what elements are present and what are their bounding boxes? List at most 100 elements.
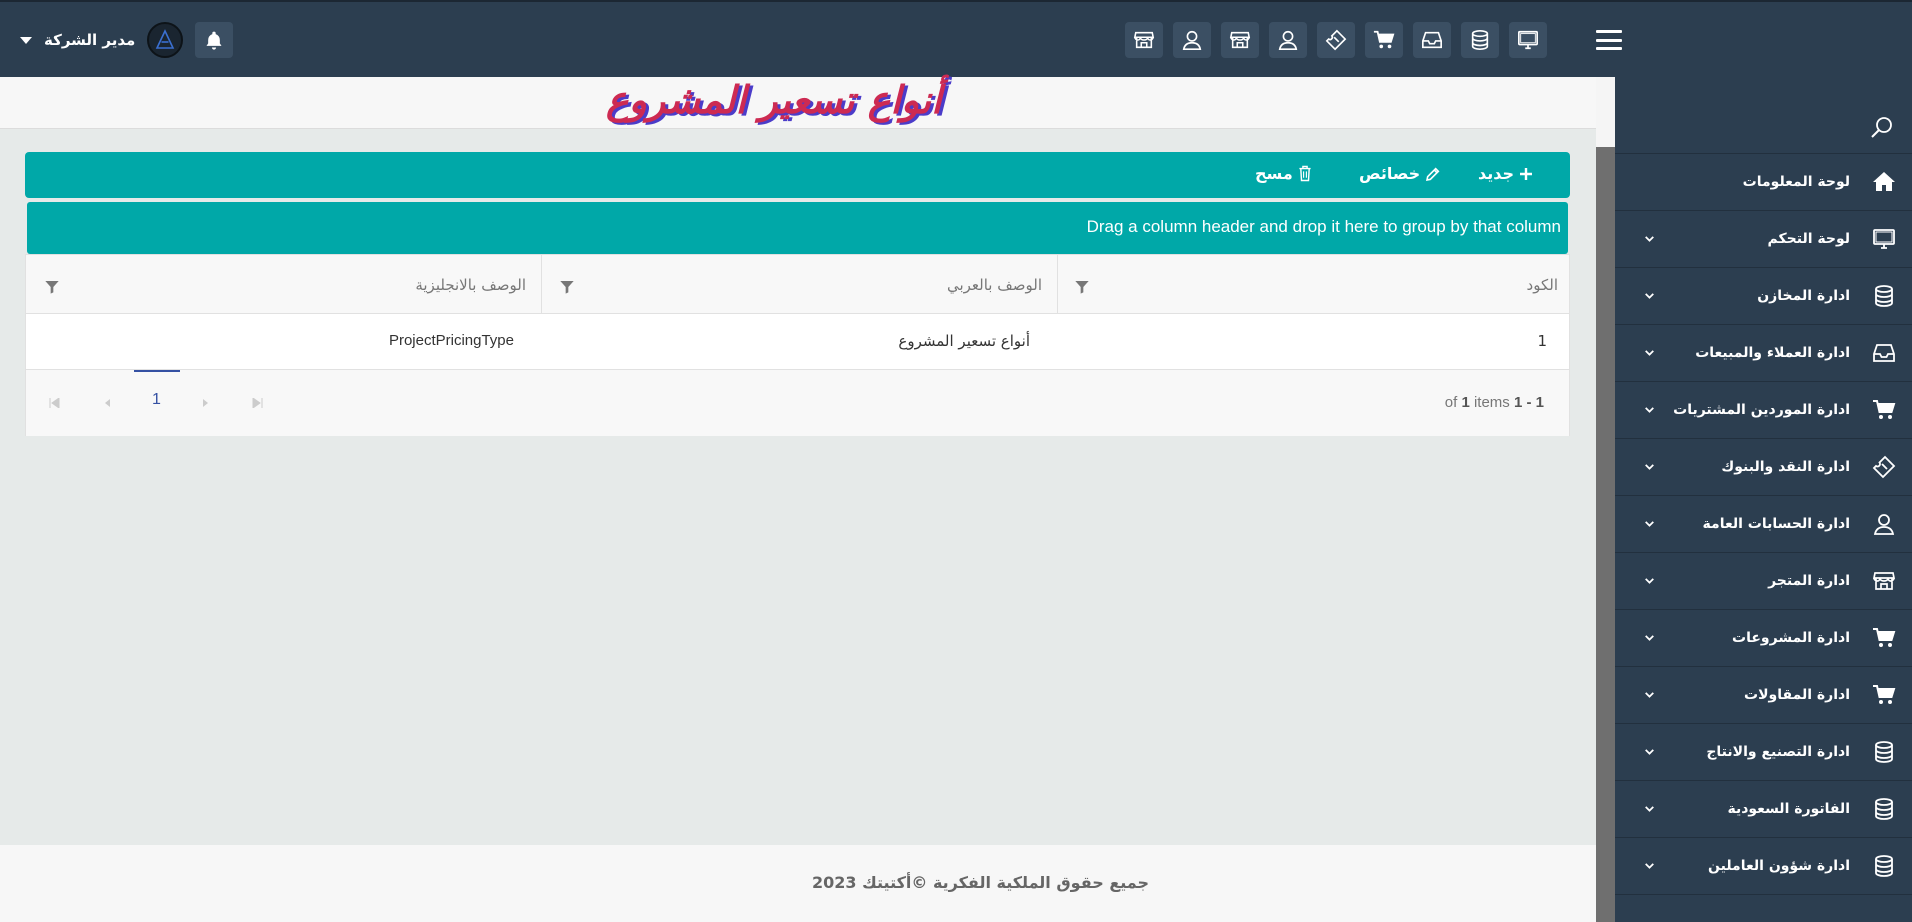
cell-desc-en: ProjectPricingType — [388, 332, 514, 349]
pager-range: 1 - 1 — [1513, 394, 1544, 411]
user-name[interactable]: مدير الشركة — [44, 31, 135, 49]
user-icon[interactable] — [1173, 22, 1211, 58]
sidebar-item[interactable]: ادارة المشروعات — [1615, 610, 1912, 667]
chevron-down-icon — [1643, 461, 1656, 474]
sidebar-item[interactable]: الفاتورة السعودية — [1615, 781, 1912, 838]
sidebar-item[interactable]: ادارة الموردين المشتريات — [1615, 382, 1912, 439]
sidebar-item-label: ادارة المخازن — [1757, 288, 1850, 304]
column-header-desc-en[interactable]: الوصف بالانجليزية — [415, 276, 526, 294]
chevron-down-icon — [1643, 347, 1656, 360]
sidebar-search[interactable] — [1615, 77, 1912, 154]
edit-button[interactable]: خصائص — [1359, 164, 1441, 183]
inbox-icon[interactable] — [1413, 22, 1451, 58]
first-page-icon[interactable] — [48, 398, 60, 408]
cart-icon[interactable] — [1365, 22, 1403, 58]
sidebar-item[interactable]: ادارة المتجر — [1615, 553, 1912, 610]
last-page-icon[interactable] — [252, 398, 264, 408]
user-area: مدير الشركة — [20, 22, 234, 58]
grid-toolbar: جديد خصائص مسح — [25, 152, 1570, 198]
column-header-code[interactable]: الكود — [1527, 276, 1558, 294]
chevron-down-icon — [1643, 803, 1656, 816]
database-icon — [1872, 854, 1896, 878]
sidebar-item-label: لوحة التحكم — [1767, 231, 1850, 247]
filter-icon[interactable] — [559, 279, 575, 295]
new-button[interactable]: جديد — [1478, 164, 1533, 183]
page-title-bar: أنواع تسعير المشروع — [0, 77, 1596, 129]
sidebar-item[interactable]: لوحة المعلومات — [1615, 154, 1912, 211]
sidebar-item-label: الفاتورة السعودية — [1727, 801, 1850, 817]
table-row[interactable]: 1 أنواع تسعير المشروع ProjectPricingType — [26, 314, 1569, 370]
pager-total: 1 — [1461, 394, 1470, 411]
sidebar-item-label: لوحة المعلومات — [1742, 174, 1850, 190]
filter-icon[interactable] — [1074, 279, 1090, 295]
sidebar-item[interactable]: لوحة التحكم — [1615, 211, 1912, 268]
user-icon — [1872, 512, 1896, 536]
inbox-icon — [1872, 341, 1896, 365]
database-icon — [1872, 284, 1896, 308]
home-icon — [1872, 170, 1896, 194]
pager-items-text: items — [1473, 394, 1510, 411]
footer: جميع حقوق الملكية الفكرية ©أكتيتك 2023 — [0, 845, 1596, 922]
sidebar-item[interactable]: ادارة الحسابات العامة — [1615, 496, 1912, 553]
chevron-down-icon — [1643, 860, 1656, 873]
plus-icon — [1520, 167, 1533, 180]
database-icon — [1872, 740, 1896, 764]
group-drop-zone[interactable]: Drag a column header and drop it here to… — [27, 202, 1568, 254]
cart-icon — [1872, 626, 1896, 650]
avatar[interactable] — [147, 22, 184, 58]
top-navbar: مدير الشركة — [0, 0, 1912, 77]
ticket-icon[interactable] — [1317, 22, 1355, 58]
store-icon[interactable] — [1125, 22, 1163, 58]
delete-button[interactable]: مسح — [1255, 164, 1312, 183]
database-icon[interactable] — [1461, 22, 1499, 58]
menu-toggle-icon[interactable] — [1596, 30, 1622, 50]
trash-icon — [1299, 165, 1311, 182]
sidebar-item[interactable]: ادارة النقد والبنوك — [1615, 439, 1912, 496]
page-title: أنواع تسعير المشروع — [606, 77, 942, 122]
delete-button-label: مسح — [1255, 164, 1293, 183]
current-page-indicator — [134, 370, 180, 372]
sidebar-item[interactable]: ادارة المخازن — [1615, 268, 1912, 325]
chevron-down-icon — [1643, 290, 1656, 303]
cell-code: 1 — [1537, 332, 1547, 350]
chevron-down-icon — [1643, 632, 1656, 645]
monitor-icon[interactable] — [1509, 22, 1547, 58]
grid-header: الكود الوصف بالعربي الوصف بالانجليزية — [26, 255, 1569, 314]
page-number[interactable]: 1 — [152, 391, 161, 409]
cart-icon — [1872, 683, 1896, 707]
sidebar-item[interactable]: ادارة العملاء والمبيعات — [1615, 325, 1912, 382]
column-header-desc-ar[interactable]: الوصف بالعربي — [947, 276, 1042, 294]
sidebar-item-label: ادارة الموردين المشتريات — [1673, 402, 1850, 418]
sidebar-item-label: ادارة المقاولات — [1744, 687, 1850, 703]
chevron-down-icon — [1643, 746, 1656, 759]
store-icon — [1872, 569, 1896, 593]
prev-page-icon[interactable] — [103, 398, 111, 408]
chevron-down-icon — [1643, 575, 1656, 588]
user-menu-caret-icon[interactable] — [20, 36, 32, 44]
ticket-icon — [1872, 455, 1896, 479]
database-icon — [1872, 797, 1896, 821]
chevron-down-icon — [1643, 404, 1656, 417]
bell-icon — [206, 31, 222, 50]
sidebar-item-label: ادارة العملاء والمبيعات — [1695, 345, 1850, 361]
search-icon[interactable] — [1870, 115, 1894, 139]
next-page-icon[interactable] — [202, 398, 210, 408]
sidebar-item-label: ادارة النقد والبنوك — [1721, 459, 1850, 475]
copyright-text: جميع حقوق الملكية الفكرية ©أكتيتك 2023 — [812, 873, 1150, 892]
notifications-button[interactable] — [195, 22, 234, 58]
filter-icon[interactable] — [44, 279, 60, 295]
sidebar: لوحة المعلومات لوحة التحكم ادارة المخازن اد… — [1615, 77, 1912, 922]
group-hint-text: Drag a column header and drop it here to… — [1086, 217, 1561, 236]
scrollbar[interactable] — [1596, 77, 1615, 922]
sidebar-item-label: ادارة الحسابات العامة — [1702, 516, 1850, 532]
chevron-down-icon — [1643, 689, 1656, 702]
sidebar-item[interactable]: ادارة شؤون العاملين — [1615, 838, 1912, 895]
user-icon[interactable] — [1269, 22, 1307, 58]
sidebar-item[interactable]: ادارة التصنيع والانتاج — [1615, 724, 1912, 781]
new-button-label: جديد — [1478, 164, 1515, 183]
sidebar-item[interactable]: ادارة المقاولات — [1615, 667, 1912, 724]
chevron-down-icon — [1643, 233, 1656, 246]
store-icon[interactable] — [1221, 22, 1259, 58]
cell-desc-ar: أنواع تسعير المشروع — [898, 332, 1030, 350]
data-grid: الكود الوصف بالعربي الوصف بالانجليزية 1 … — [25, 254, 1570, 436]
